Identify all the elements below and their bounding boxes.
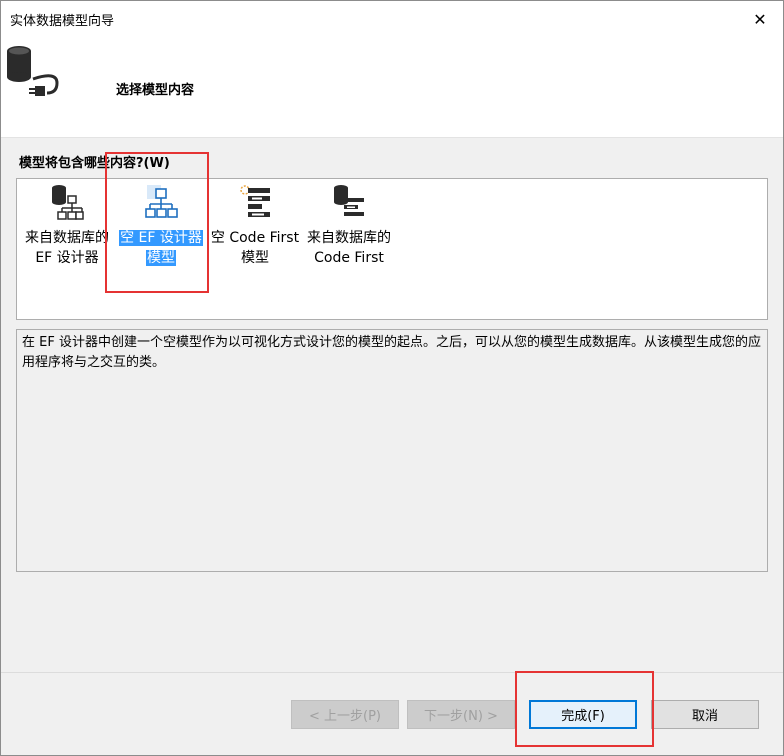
item-label-line2: Code First: [314, 250, 384, 266]
window-title: 实体数据模型向导: [10, 14, 115, 29]
page-title: 选择模型内容: [116, 83, 195, 98]
list-item-code-first-from-database[interactable]: 来自数据库的 Code First: [302, 179, 396, 279]
item-label-line1: 来自数据库的: [25, 230, 109, 246]
database-hierarchy-icon: [52, 185, 84, 220]
footer-divider: [1, 672, 783, 673]
wizard-window: 实体数据模型向导 ✕ 选择模型内容 模型将包含哪些内容?(W) 来自数据库的 E…: [0, 0, 784, 756]
previous-button[interactable]: < 上一步(P): [291, 700, 399, 729]
item-label-line1: 空 EF 设计器: [119, 230, 203, 246]
item-label-line2: EF 设计器: [35, 250, 99, 266]
item-label-line2: 模型: [146, 250, 176, 266]
description-box: 在 EF 设计器中创建一个空模型作为以可视化方式设计您的模型的起点。之后，可以从…: [16, 329, 768, 572]
description-text: 在 EF 设计器中创建一个空模型作为以可视化方式设计您的模型的起点。之后，可以从…: [22, 335, 761, 370]
database-code-first-icon: [334, 185, 364, 216]
hierarchy-icon: [145, 185, 178, 218]
next-button[interactable]: 下一步(N) >: [407, 700, 515, 729]
item-label-line1: 空 Code First: [210, 230, 300, 246]
list-item-empty-code-first[interactable]: 空 Code First 模型: [208, 179, 302, 279]
cancel-button[interactable]: 取消: [651, 700, 759, 729]
model-content-list[interactable]: 来自数据库的 EF 设计器 空 EF 设计器 模型 空 Code First 模…: [16, 178, 768, 320]
list-item-ef-designer-from-database[interactable]: 来自数据库的 EF 设计器: [20, 179, 114, 279]
close-button[interactable]: ✕: [737, 1, 783, 37]
code-first-icon: [240, 185, 270, 217]
wizard-header: 选择模型内容: [1, 37, 783, 138]
finish-button[interactable]: 完成(F): [529, 700, 637, 729]
item-label-line2: 模型: [241, 250, 269, 266]
close-icon: ✕: [753, 9, 767, 29]
item-label-line1: 来自数据库的: [307, 230, 391, 246]
title-bar: 实体数据模型向导 ✕: [1, 1, 783, 37]
content-question-label: 模型将包含哪些内容?(W): [19, 156, 170, 171]
list-item-empty-ef-designer[interactable]: 空 EF 设计器 模型: [114, 179, 208, 279]
database-plug-icon: [7, 46, 59, 96]
